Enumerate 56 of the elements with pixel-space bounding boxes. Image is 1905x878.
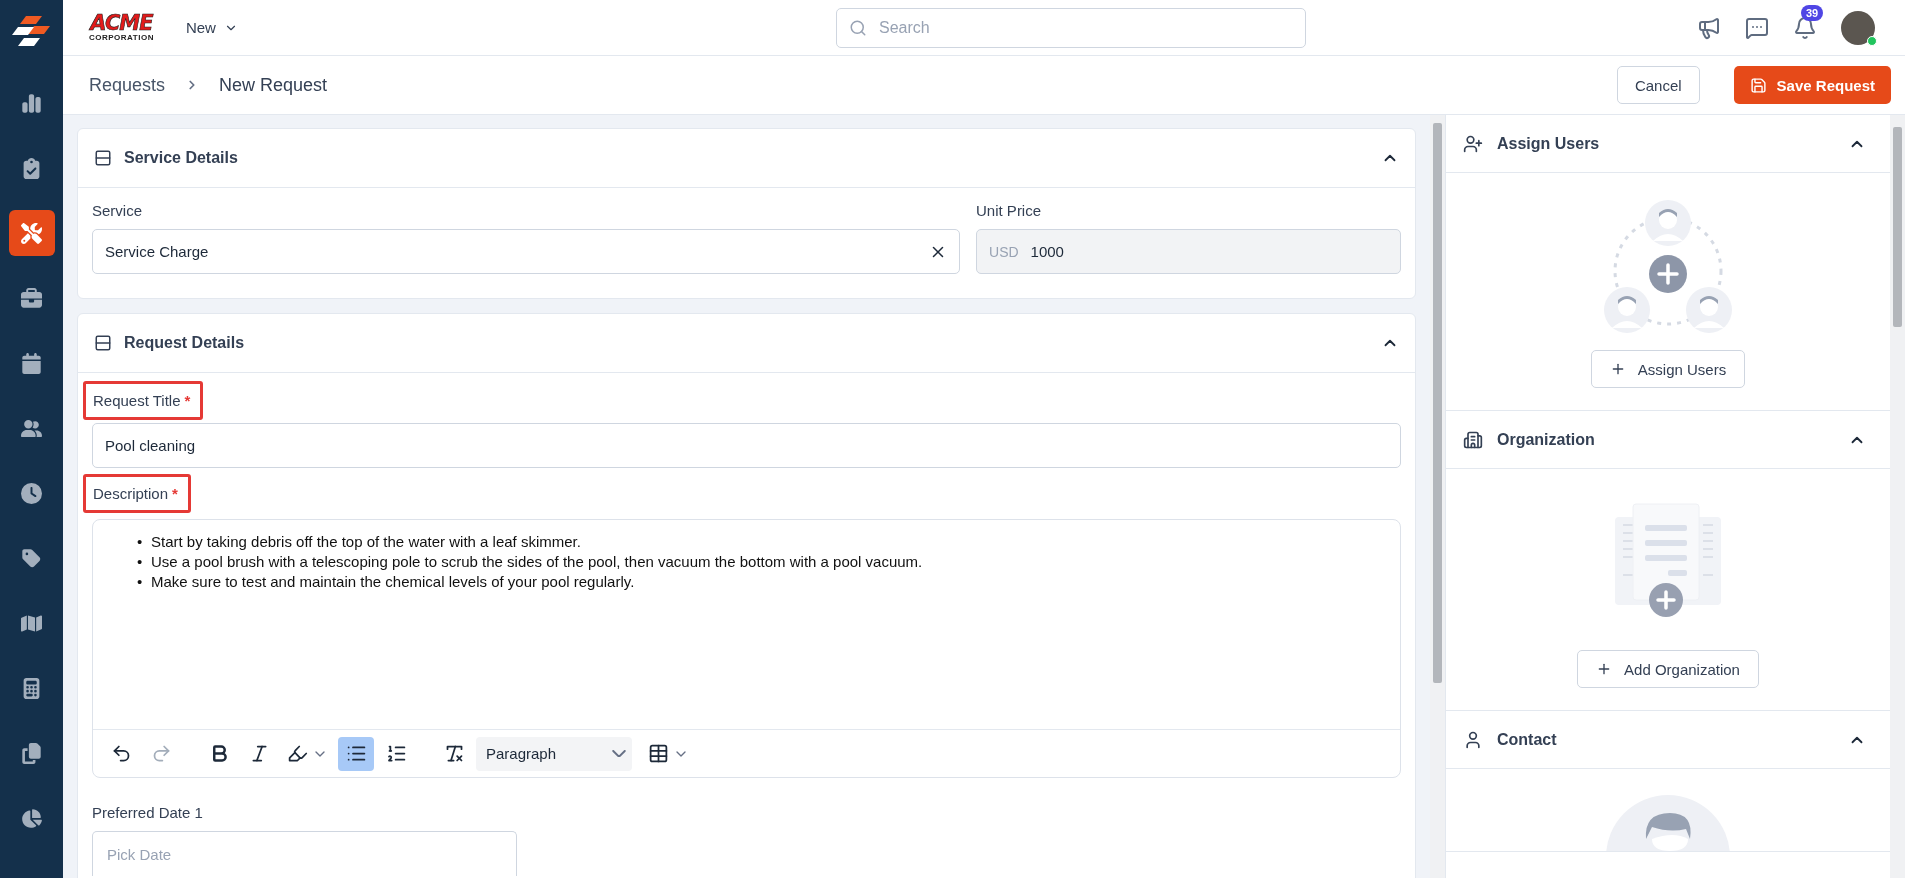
calendar-icon bbox=[21, 352, 42, 374]
section-title: Service Details bbox=[124, 149, 238, 167]
field-label: Request Title * bbox=[83, 381, 204, 420]
breadcrumb-item[interactable]: Requests bbox=[89, 74, 166, 96]
cancel-button[interactable]: Cancel bbox=[1616, 66, 1700, 104]
field-label: Unit Price bbox=[976, 202, 1042, 219]
field-label: Preferred Date 1 bbox=[92, 804, 203, 821]
date-field[interactable]: Pick Date bbox=[92, 831, 517, 876]
field-label: Service bbox=[92, 202, 143, 219]
users-icon bbox=[21, 417, 42, 439]
bar-chart-icon bbox=[21, 92, 42, 114]
unit-price-field[interactable]: USD 1000 bbox=[976, 229, 1401, 274]
description-text: • Start by taking debris off the top of the water with a leaf skimmer. • Use a pool brush with a telescoping pole to scrub the sides of the pool, then vacuum the bottom with a pool vacuum. • Make sure to test and maintain the chemical levels of your pool regularly. bbox=[93, 520, 1400, 730]
breadcrumb-item: New Request bbox=[219, 74, 328, 96]
user-avatar[interactable] bbox=[1841, 10, 1875, 45]
request-title-field[interactable]: Pool cleaning bbox=[92, 423, 1401, 468]
section-icon bbox=[94, 149, 112, 167]
clipboard-check-icon bbox=[21, 157, 42, 179]
bell-icon[interactable] bbox=[1793, 15, 1817, 40]
save-icon bbox=[1749, 76, 1767, 94]
tools-icon bbox=[21, 222, 42, 244]
search-field[interactable]: Search bbox=[836, 7, 1306, 48]
calculator-icon bbox=[21, 677, 42, 699]
panel-title: Organization bbox=[1497, 430, 1595, 449]
paragraph-style-select[interactable]: Paragraph bbox=[476, 736, 632, 771]
company-logo: ACME CORPORATION bbox=[89, 13, 154, 42]
section-title: Request Details bbox=[124, 334, 245, 352]
briefcase-icon bbox=[21, 287, 42, 309]
user-icon bbox=[1463, 729, 1483, 750]
scrollbar[interactable] bbox=[1890, 115, 1905, 878]
numbered-list-icon bbox=[385, 743, 407, 764]
new-menu-button[interactable]: New bbox=[179, 18, 244, 37]
building-icon bbox=[1463, 429, 1483, 450]
panel-title: Assign Users bbox=[1497, 134, 1600, 153]
search-icon bbox=[849, 18, 867, 37]
tag-icon bbox=[21, 547, 42, 569]
caret-icon bbox=[612, 749, 626, 758]
bullet-list-button[interactable] bbox=[338, 736, 374, 771]
assign-users-button[interactable]: Assign Users bbox=[1590, 350, 1746, 388]
clock-icon bbox=[21, 482, 42, 504]
user-plus-icon bbox=[1463, 133, 1483, 154]
sidebar-item[interactable] bbox=[8, 210, 55, 256]
field-label: Description * bbox=[83, 474, 191, 513]
section-icon bbox=[94, 334, 112, 352]
highlighter-icon bbox=[287, 743, 308, 764]
panel-title: Contact bbox=[1497, 730, 1557, 749]
save-request-button[interactable]: Save Request bbox=[1733, 66, 1891, 104]
megaphone-icon[interactable] bbox=[1697, 15, 1721, 40]
pie-chart-icon bbox=[21, 807, 42, 829]
add-organization-button[interactable]: Add Organization bbox=[1577, 650, 1759, 688]
scrollbar[interactable] bbox=[1430, 115, 1445, 878]
notification-count: 39 bbox=[1801, 4, 1824, 21]
table-icon bbox=[648, 743, 669, 764]
chat-icon[interactable] bbox=[1745, 15, 1769, 40]
files-icon bbox=[21, 742, 42, 764]
service-select[interactable]: Service Charge bbox=[92, 229, 961, 274]
